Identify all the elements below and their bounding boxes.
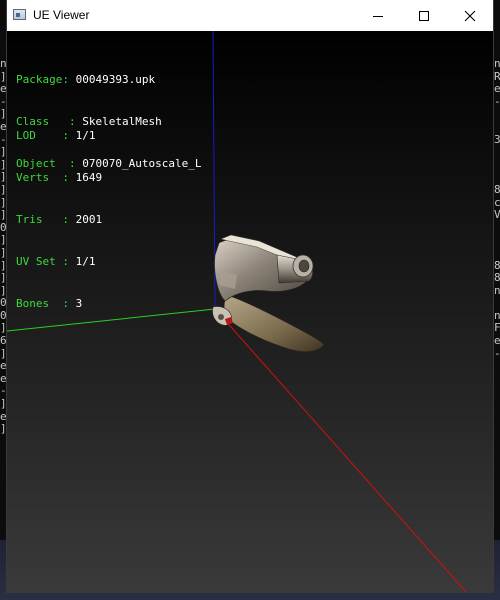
- weapon-grip: [223, 294, 325, 352]
- weapon-muzzle-bore: [298, 259, 310, 273]
- uvset-row: UV Set : 1/1: [16, 255, 96, 268]
- tris-row: Tris : 2001: [16, 213, 103, 226]
- close-icon: [464, 10, 476, 21]
- app-icon: [13, 9, 26, 20]
- minimize-icon: [373, 15, 383, 17]
- maximize-icon: [419, 10, 429, 21]
- bones-row: Bones : 3: [16, 297, 83, 310]
- lod-row: LOD : 1/1: [16, 129, 96, 142]
- window-title: UE Viewer: [33, 8, 90, 22]
- close-button[interactable]: [447, 0, 493, 31]
- x-axis-line: [214, 308, 467, 592]
- maximize-button[interactable]: [401, 0, 447, 31]
- minimize-button[interactable]: [355, 0, 401, 31]
- mesh-stats-overlay: LOD : 1/1 Verts : 1649 Tris : 2001 UV Se…: [16, 101, 102, 339]
- title-bar[interactable]: UE Viewer: [7, 0, 493, 31]
- background-console-left-text: n ] e - ] e - ] ] ] ] ] ] 0 ] ] ] ] ] 0 …: [0, 58, 7, 436]
- weapon-trigger-detail: [218, 314, 224, 320]
- 3d-viewport[interactable]: Package: 00049393.upk Class : SkeletalMe…: [7, 31, 493, 592]
- weapon-model[interactable]: [212, 234, 325, 352]
- verts-row: Verts : 1649: [16, 171, 103, 184]
- package-row: Package: 00049393.upk: [16, 73, 156, 86]
- background-console-right-text: n R e - 3 8 c V 8 8 n n F e -: [494, 58, 500, 360]
- ue-viewer-window: UE Viewer Package: 00049393.upk Class: …: [7, 0, 493, 592]
